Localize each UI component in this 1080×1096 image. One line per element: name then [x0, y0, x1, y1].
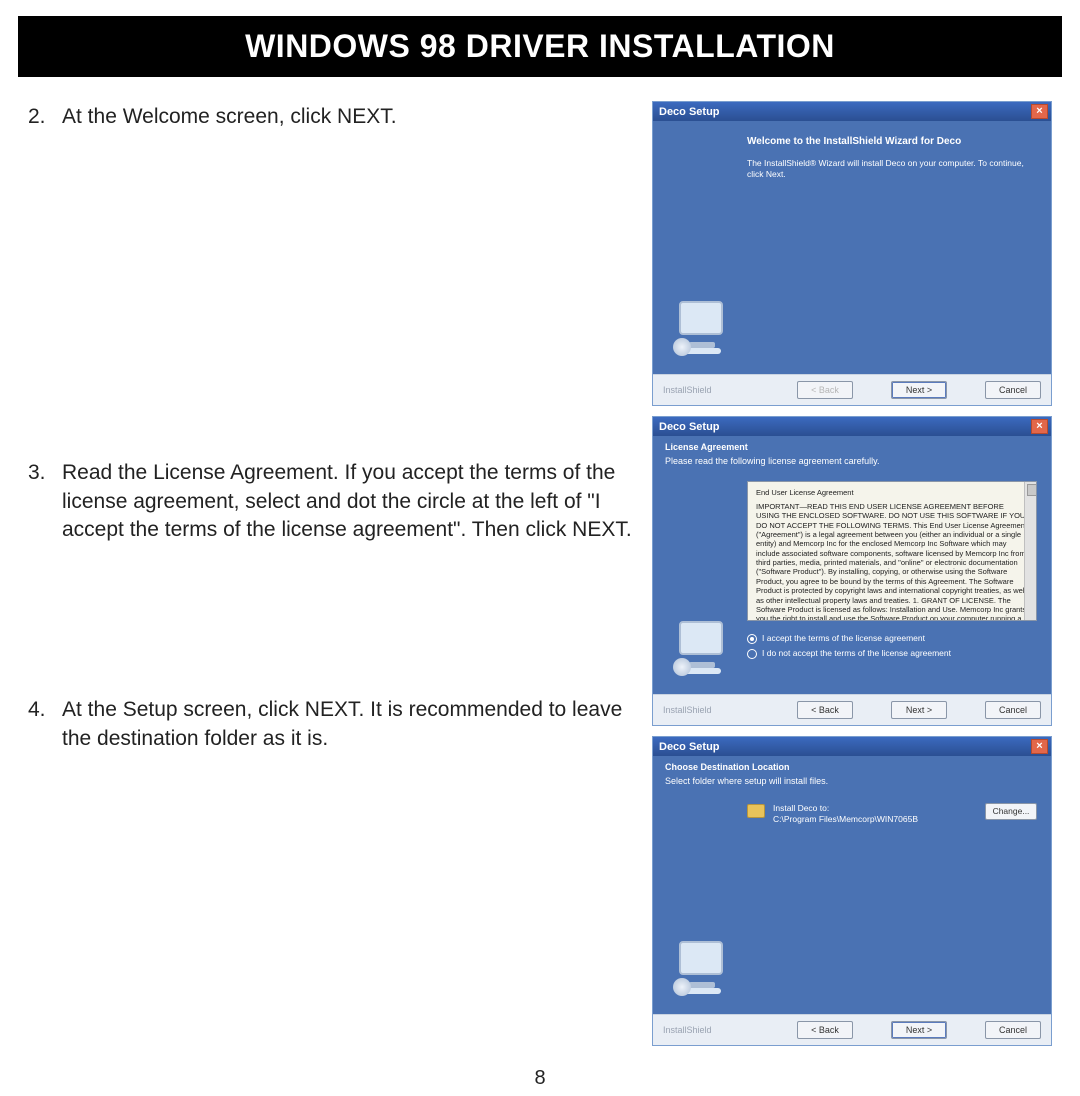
subheader: License Agreement Please read the follow…	[653, 436, 1051, 475]
close-icon[interactable]: ×	[1031, 104, 1048, 119]
page-title: WINDOWS 98 DRIVER INSTALLATION	[18, 16, 1062, 77]
subheader: Choose Destination Location Select folde…	[653, 756, 1051, 795]
monitor-icon	[671, 941, 731, 996]
wizard-destination-window: Deco Setup × Choose Destination Location…	[652, 736, 1052, 1046]
step-number: 3.	[28, 459, 62, 544]
subheader-title: License Agreement	[665, 442, 1041, 454]
wizard-footer: InstallShield < Back Next > Cancel	[653, 694, 1051, 725]
license-radios: I accept the terms of the license agreem…	[747, 633, 1037, 659]
step-4: 4. At the Setup screen, click NEXT. It i…	[28, 696, 632, 753]
step-text: At the Welcome screen, click NEXT.	[62, 103, 632, 131]
screenshots-column: Deco Setup × Welcome to the InstallShiel…	[652, 101, 1052, 1046]
wizard-license-window: Deco Setup × License Agreement Please re…	[652, 416, 1052, 726]
step-text: Read the License Agreement. If you accep…	[62, 459, 632, 544]
radio-reject-label: I do not accept the terms of the license…	[762, 648, 951, 659]
radio-reject[interactable]: I do not accept the terms of the license…	[747, 648, 1037, 659]
close-icon[interactable]: ×	[1031, 739, 1048, 754]
instructions-column: 2. At the Welcome screen, click NEXT. 3.…	[28, 101, 642, 1046]
subheader-desc: Select folder where setup will install f…	[665, 776, 1041, 788]
subheader-desc: Please read the following license agreem…	[665, 456, 1041, 468]
next-button[interactable]: Next >	[891, 701, 947, 719]
change-button[interactable]: Change...	[985, 803, 1037, 820]
radio-icon	[747, 649, 757, 659]
welcome-text: The InstallShield® Wizard will install D…	[747, 158, 1037, 180]
wizard-graphic	[653, 121, 743, 374]
close-icon[interactable]: ×	[1031, 419, 1048, 434]
destination-path: C:\Program Files\Memcorp\WIN7065B	[773, 814, 918, 825]
radio-accept-label: I accept the terms of the license agreem…	[762, 633, 925, 644]
window-title: Deco Setup	[659, 421, 720, 433]
back-button[interactable]: < Back	[797, 381, 853, 399]
step-number: 2.	[28, 103, 62, 131]
brand-label: InstallShield	[663, 385, 759, 395]
titlebar: Deco Setup ×	[653, 102, 1051, 121]
wizard-body: Welcome to the InstallShield Wizard for …	[743, 121, 1051, 374]
wizard-footer: InstallShield < Back Next > Cancel	[653, 1014, 1051, 1045]
content: 2. At the Welcome screen, click NEXT. 3.…	[0, 101, 1080, 1046]
brand-label: InstallShield	[663, 705, 759, 715]
radio-accept[interactable]: I accept the terms of the license agreem…	[747, 633, 1037, 644]
next-button[interactable]: Next >	[891, 1021, 947, 1039]
titlebar: Deco Setup ×	[653, 737, 1051, 756]
destination-label: Install Deco to:	[773, 803, 918, 814]
back-button[interactable]: < Back	[797, 701, 853, 719]
scrollbar[interactable]	[1024, 482, 1036, 620]
wizard-footer: InstallShield < Back Next > Cancel	[653, 374, 1051, 405]
monitor-icon	[671, 621, 731, 676]
back-button[interactable]: < Back	[797, 1021, 853, 1039]
window-title: Deco Setup	[659, 106, 720, 118]
step-3: 3. Read the License Agreement. If you ac…	[28, 459, 632, 544]
cancel-button[interactable]: Cancel	[985, 701, 1041, 719]
destination-row: Install Deco to: C:\Program Files\Memcor…	[747, 803, 1037, 825]
page-number: 8	[0, 1067, 1080, 1090]
cancel-button[interactable]: Cancel	[985, 1021, 1041, 1039]
step-number: 4.	[28, 696, 62, 753]
window-title: Deco Setup	[659, 741, 720, 753]
welcome-heading: Welcome to the InstallShield Wizard for …	[747, 135, 1037, 148]
wizard-graphic	[653, 475, 743, 694]
radio-icon	[747, 634, 757, 644]
license-heading: End User License Agreement	[756, 488, 1028, 497]
folder-icon	[747, 804, 765, 818]
cancel-button[interactable]: Cancel	[985, 381, 1041, 399]
step-text: At the Setup screen, click NEXT. It is r…	[62, 696, 632, 753]
titlebar: Deco Setup ×	[653, 417, 1051, 436]
wizard-graphic	[653, 795, 743, 1014]
next-button[interactable]: Next >	[891, 381, 947, 399]
subheader-title: Choose Destination Location	[665, 762, 1041, 774]
brand-label: InstallShield	[663, 1025, 759, 1035]
wizard-welcome-window: Deco Setup × Welcome to the InstallShiel…	[652, 101, 1052, 406]
license-body: IMPORTANT—READ THIS END USER LICENSE AGR…	[756, 502, 1028, 622]
license-textarea[interactable]: End User License Agreement IMPORTANT—REA…	[747, 481, 1037, 621]
monitor-icon	[671, 301, 731, 356]
step-2: 2. At the Welcome screen, click NEXT.	[28, 103, 632, 131]
